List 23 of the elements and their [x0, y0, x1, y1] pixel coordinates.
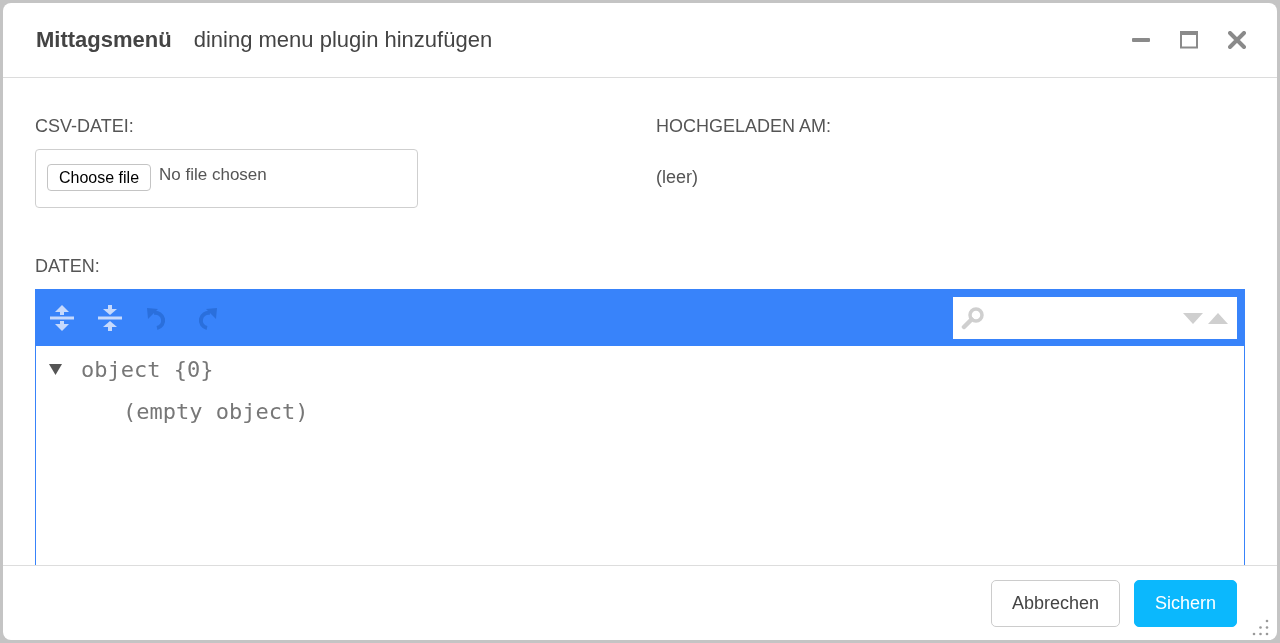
uploaded-at-label: HOCHGELADEN AM: [656, 115, 833, 137]
resize-grip-icon[interactable] [1252, 619, 1269, 636]
expand-toggle-icon[interactable] [49, 362, 62, 376]
file-input-field[interactable]: Choose file No file chosen [35, 149, 418, 208]
empty-object-text: (empty object) [123, 398, 309, 424]
previous-result-button[interactable] [1207, 311, 1229, 325]
search-field[interactable] [953, 297, 1237, 339]
data-label: DATEN: [35, 255, 101, 277]
dialog-subtitle: dining menu plugin hinzufügen [193, 27, 493, 53]
next-result-button[interactable] [1182, 311, 1204, 325]
csv-file-label: CSV-DATEI: [35, 115, 135, 137]
uploaded-at-value: (leer) [656, 166, 699, 188]
cancel-button[interactable]: Abbrechen [990, 580, 1120, 627]
dialog-title: Mittagsmenü [36, 27, 172, 53]
file-status-text: No file chosen [159, 164, 267, 186]
search-icon [961, 306, 985, 330]
expand-all-button[interactable] [49, 304, 75, 332]
collapse-all-button[interactable] [97, 304, 123, 332]
close-button[interactable] [1228, 31, 1246, 49]
tree-node-label: object {0} [81, 356, 214, 382]
minimize-button[interactable] [1132, 38, 1150, 42]
maximize-button[interactable] [1180, 31, 1198, 49]
choose-file-button[interactable]: Choose file [47, 164, 152, 191]
